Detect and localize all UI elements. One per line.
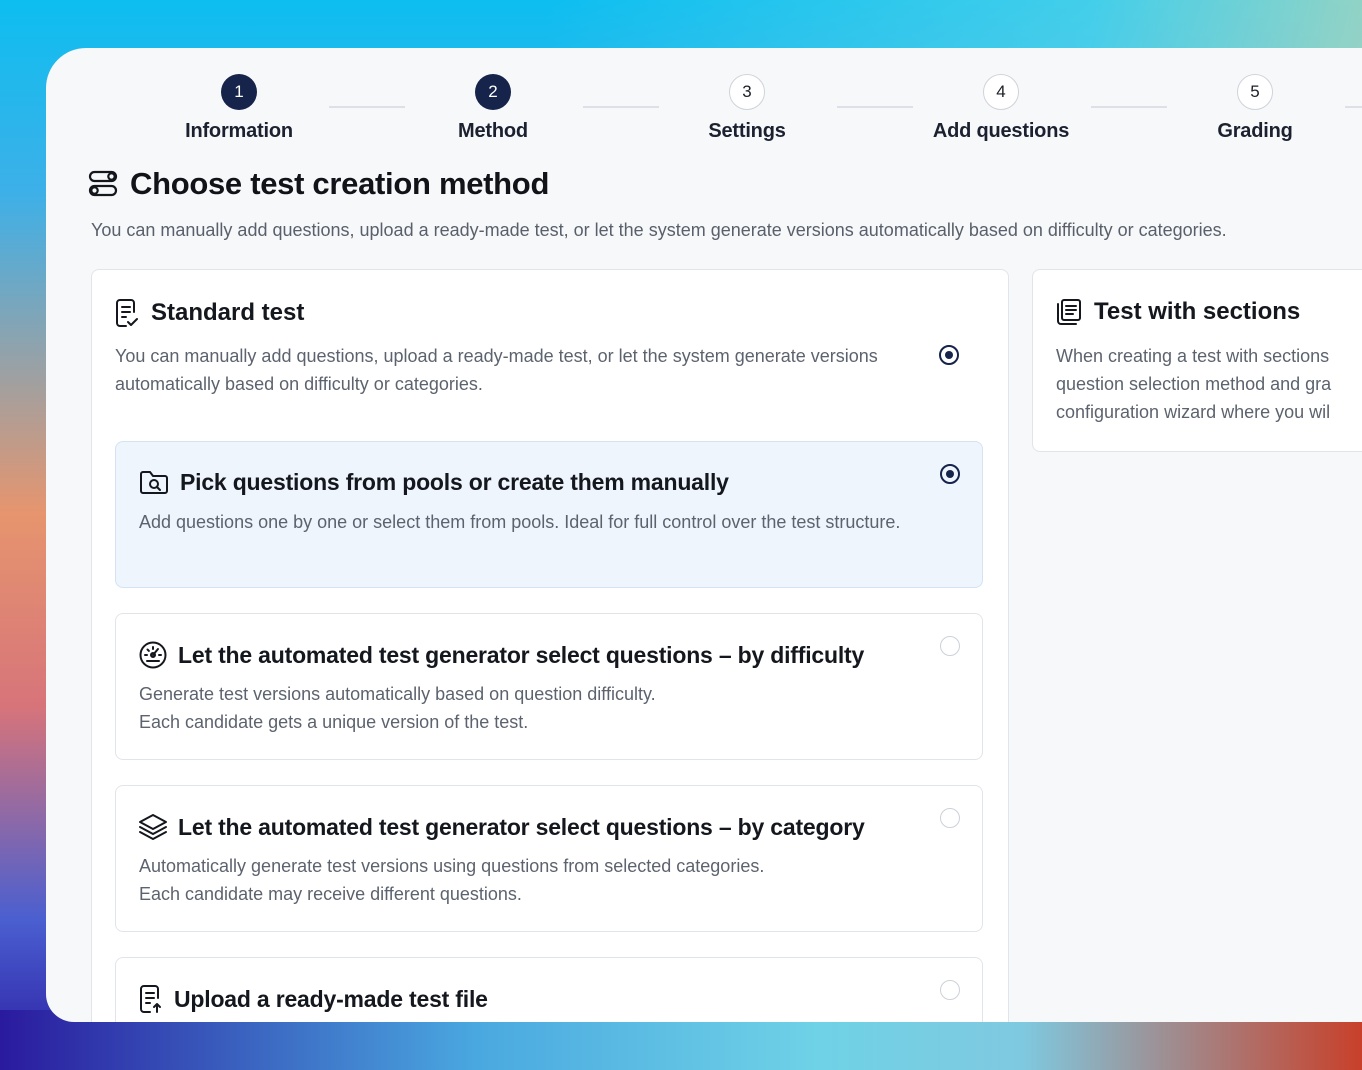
option-heading: Let the automated test generator select … [138, 812, 865, 842]
option-description-line: Each candidate may receive different que… [139, 884, 522, 904]
step-number: 2 [475, 74, 511, 110]
sections-test-heading: Test with sections [1055, 298, 1300, 326]
option-by-difficulty[interactable]: Let the automated test generator select … [115, 613, 983, 760]
option-title: Let the automated test generator select … [178, 641, 865, 668]
option-upload-file[interactable]: Upload a ready-made test file [115, 957, 983, 1022]
option-title: Upload a ready-made test file [174, 985, 488, 1012]
option-radio[interactable] [940, 464, 960, 484]
app-window: 1 Information 2 Method 3 Settings 4 Add … [46, 48, 1362, 1022]
step-method[interactable]: 2 Method [393, 74, 593, 143]
step-settings[interactable]: 3 Settings [647, 74, 847, 143]
sections-test-card[interactable]: Test with sections When creating a test … [1032, 269, 1362, 452]
option-description-line: Automatically generate test versions usi… [139, 856, 765, 876]
sections-description-line: When creating a test with sections [1056, 346, 1330, 366]
step-add-questions[interactable]: 4 Add questions [901, 74, 1101, 143]
sections-test-title: Test with sections [1094, 298, 1301, 325]
standard-test-card[interactable]: Standard test You can manually add quest… [91, 269, 1009, 1022]
step-number: 5 [1237, 74, 1273, 110]
step-grading[interactable]: 5 Grading [1155, 74, 1355, 143]
option-heading: Pick questions from pools or create them… [138, 468, 729, 496]
page-heading: Choose test creation method [88, 166, 549, 202]
option-description: Add questions one by one or select them … [139, 512, 901, 532]
step-connector [1345, 106, 1362, 108]
standard-test-radio[interactable] [939, 345, 959, 365]
page-title: Choose test creation method [130, 166, 550, 201]
option-heading: Let the automated test generator select … [138, 640, 864, 670]
step-label: Grading [1217, 120, 1293, 142]
gauge-icon [138, 640, 168, 670]
page-subtitle: You can manually add questions, upload a… [91, 220, 1227, 240]
toggle-settings-icon [88, 169, 118, 199]
option-title: Pick questions from pools or create them… [180, 468, 729, 495]
option-description-line: Generate test versions automatically bas… [139, 684, 656, 704]
option-radio[interactable] [940, 636, 960, 656]
option-description-line: Each candidate gets a unique version of … [139, 712, 529, 732]
standard-test-title: Standard test [151, 299, 305, 326]
option-radio[interactable] [940, 980, 960, 1000]
option-radio[interactable] [940, 808, 960, 828]
step-number: 3 [729, 74, 765, 110]
step-label: Information [185, 120, 293, 142]
option-manual-pools[interactable]: Pick questions from pools or create them… [115, 441, 983, 588]
step-label: Add questions [932, 120, 1070, 142]
folder-search-icon [138, 468, 170, 496]
standard-test-heading: Standard test [114, 298, 304, 328]
file-upload-icon [138, 984, 164, 1014]
document-check-icon [114, 298, 140, 328]
step-label: Settings [708, 120, 786, 142]
option-heading: Upload a ready-made test file [138, 984, 488, 1014]
option-description: Automatically generate test versions usi… [139, 852, 929, 908]
layers-icon [138, 812, 168, 842]
step-number: 4 [983, 74, 1019, 110]
stacked-documents-icon [1055, 298, 1083, 326]
option-by-category[interactable]: Let the automated test generator select … [115, 785, 983, 932]
standard-test-description: You can manually add questions, upload a… [115, 346, 878, 394]
sections-description-line: question selection method and gra [1056, 374, 1332, 394]
sections-test-description: When creating a test with sections quest… [1056, 342, 1331, 426]
option-title: Let the automated test generator select … [178, 813, 865, 840]
sections-description-line: configuration wizard where you wil [1056, 402, 1331, 422]
option-description: Generate test versions automatically bas… [139, 680, 929, 736]
step-number: 1 [221, 74, 257, 110]
step-information[interactable]: 1 Information [139, 74, 339, 143]
step-label: Method [458, 120, 528, 142]
